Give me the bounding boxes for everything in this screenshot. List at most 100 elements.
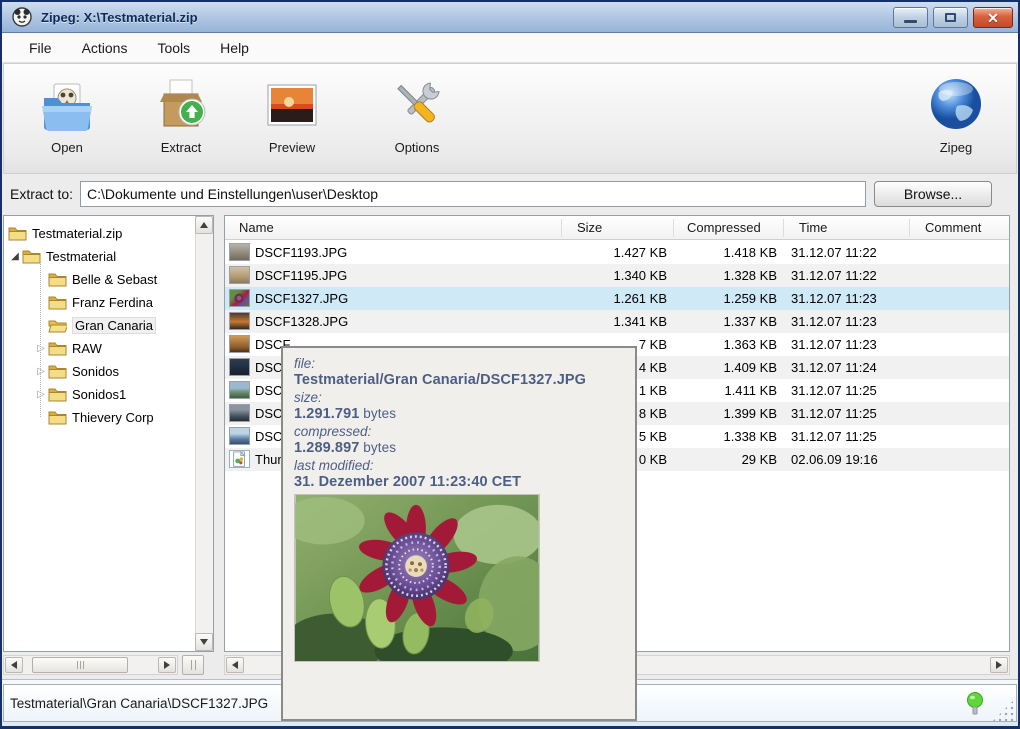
zipeg-window: Zipeg: X:\Testmaterial.zip ✕ File Actions… bbox=[0, 0, 1020, 729]
time-cell: 31.12.07 11:23 bbox=[791, 314, 877, 329]
panel-splitter-handle[interactable] bbox=[182, 655, 204, 675]
scroll-right-button[interactable] bbox=[158, 657, 176, 673]
passion-flower-photo bbox=[294, 494, 540, 662]
list-header: Name Size Compressed Time Comment bbox=[225, 216, 1009, 240]
tree-horizontal-scrollbar[interactable] bbox=[3, 655, 178, 675]
column-header-name[interactable]: Name bbox=[239, 216, 274, 240]
extract-icon bbox=[160, 79, 206, 127]
column-header-size[interactable]: Size bbox=[577, 216, 602, 240]
tooltip-modified-label: last modified: bbox=[294, 458, 374, 473]
preview-button[interactable]: Preview bbox=[248, 72, 336, 168]
browse-button[interactable]: Browse... bbox=[874, 181, 993, 207]
column-separator[interactable] bbox=[673, 219, 674, 237]
options-button[interactable]: Options bbox=[373, 72, 461, 168]
expanded-triangle-icon[interactable]: ◢ bbox=[8, 251, 22, 262]
tooltip-file-path: Testmaterial/Gran Canaria/DSCF1327.JPG bbox=[294, 372, 587, 388]
minimize-button[interactable] bbox=[893, 7, 928, 28]
minimize-icon bbox=[904, 19, 917, 23]
folder-icon bbox=[48, 364, 67, 379]
toolbar: Open Extract Preview Options Zipeg bbox=[3, 63, 1017, 174]
zipeg-brand-label: Zipeg bbox=[939, 140, 973, 155]
tree-item-label: Sonidos1 bbox=[72, 387, 127, 402]
compressed-cell: 1.399 KB bbox=[723, 406, 778, 421]
size-cell: 1.427 KB bbox=[613, 245, 668, 260]
column-separator[interactable] bbox=[561, 219, 562, 237]
tree-vertical-scrollbar[interactable] bbox=[195, 216, 213, 651]
maximize-button[interactable] bbox=[933, 7, 968, 28]
compressed-cell: 1.409 KB bbox=[723, 360, 778, 375]
window-title: Zipeg: X:\Testmaterial.zip bbox=[41, 9, 198, 25]
compressed-cell: 1.259 KB bbox=[723, 291, 778, 306]
tree-item-label: Gran Canaria bbox=[72, 317, 157, 334]
arrow-left-icon bbox=[232, 661, 238, 669]
file-row-dscf1328-jpg[interactable]: DSCF1328.JPG 1.341 KB 1.337 KB 31.12.07 11:… bbox=[225, 310, 1009, 333]
menu-item-actions[interactable]: Actions bbox=[71, 37, 139, 59]
maximize-icon bbox=[945, 13, 956, 22]
tree-item-franz-ferdina[interactable]: Franz Ferdina bbox=[4, 291, 195, 314]
arrow-right-icon bbox=[996, 661, 1002, 669]
extract-path-input[interactable] bbox=[80, 181, 867, 207]
file-name-cell: DSCF1327.JPG bbox=[255, 291, 349, 306]
file-thumbnail bbox=[229, 266, 250, 284]
scroll-left-button[interactable] bbox=[5, 657, 23, 673]
menu-item-file[interactable]: File bbox=[18, 37, 63, 59]
file-row-dscf1327-jpg[interactable]: DSCF1327.JPG 1.261 KB 1.259 KB 31.12.07 11:… bbox=[225, 287, 1009, 310]
close-icon: ✕ bbox=[987, 9, 999, 26]
tree-item-label: RAW bbox=[72, 341, 102, 356]
open-archive-icon bbox=[42, 83, 92, 131]
status-bulb-icon bbox=[967, 692, 983, 715]
menu-item-help[interactable]: Help bbox=[209, 37, 260, 59]
folder-icon bbox=[48, 410, 67, 425]
tree-item-raw[interactable]: ▷ RAW bbox=[4, 337, 195, 360]
open-folder-icon bbox=[48, 318, 69, 333]
file-thumbnail bbox=[229, 312, 250, 330]
scrollbar-thumb[interactable] bbox=[32, 657, 128, 673]
column-header-time[interactable]: Time bbox=[799, 216, 827, 240]
scroll-down-button[interactable] bbox=[195, 633, 213, 651]
thumbs-file-icon bbox=[229, 450, 250, 468]
file-row-dscf1195-jpg[interactable]: DSCF1195.JPG 1.340 KB 1.328 KB 31.12.07 11:… bbox=[225, 264, 1009, 287]
collapsed-triangle-icon[interactable]: ▷ bbox=[34, 366, 48, 377]
time-cell: 02.06.09 19:16 bbox=[791, 452, 878, 467]
scroll-right-button[interactable] bbox=[990, 657, 1008, 673]
comment-cell bbox=[925, 310, 1005, 333]
zipeg-brand-button[interactable]: Zipeg bbox=[912, 72, 1000, 168]
size-cell: 1.341 KB bbox=[613, 314, 668, 329]
collapsed-triangle-icon[interactable]: ▷ bbox=[34, 343, 48, 354]
extract-button-label: Extract bbox=[160, 140, 202, 155]
status-path-text: Testmaterial\Gran Canaria\DSCF1327.JPG bbox=[10, 695, 269, 711]
tree-guide-line bbox=[40, 262, 41, 417]
tree-item-sonidos1[interactable]: ▷ Sonidos1 bbox=[4, 383, 195, 406]
collapsed-triangle-icon[interactable]: ▷ bbox=[34, 389, 48, 400]
tooltip-compressed-label: compressed: bbox=[294, 424, 372, 439]
title-bar[interactable]: Zipeg: X:\Testmaterial.zip ✕ bbox=[2, 2, 1018, 33]
comment-cell bbox=[925, 448, 1005, 471]
column-separator[interactable] bbox=[783, 219, 784, 237]
extract-button[interactable]: Extract bbox=[137, 72, 225, 168]
time-cell: 31.12.07 11:23 bbox=[791, 337, 877, 352]
tree-item-gran-canaria[interactable]: Gran Canaria bbox=[4, 314, 195, 337]
comment-cell bbox=[925, 264, 1005, 287]
file-thumbnail bbox=[229, 335, 250, 353]
close-button[interactable]: ✕ bbox=[973, 7, 1013, 28]
zipeg-app-icon bbox=[12, 7, 32, 27]
tree-item-testmaterial-zip[interactable]: Testmaterial.zip bbox=[4, 222, 195, 245]
arrow-up-icon bbox=[200, 222, 208, 228]
file-row-dscf1193-jpg[interactable]: DSCF1193.JPG 1.427 KB 1.418 KB 31.12.07 11:… bbox=[225, 241, 1009, 264]
tree-item-belle-sebast[interactable]: Belle & Sebast bbox=[4, 268, 195, 291]
size-cell: 1.261 KB bbox=[613, 291, 668, 306]
file-name-cell: DSCF1195.JPG bbox=[255, 268, 348, 283]
menu-item-tools[interactable]: Tools bbox=[146, 37, 201, 59]
tree-item-thievery-corp[interactable]: Thievery Corp bbox=[4, 406, 195, 429]
tree-item-sonidos[interactable]: ▷ Sonidos bbox=[4, 360, 195, 383]
compressed-cell: 1.418 KB bbox=[723, 245, 778, 260]
open-button[interactable]: Open bbox=[23, 72, 111, 168]
arrow-right-icon bbox=[164, 661, 170, 669]
column-header-comment[interactable]: Comment bbox=[925, 216, 981, 240]
time-cell: 31.12.07 11:25 bbox=[791, 383, 877, 398]
column-separator[interactable] bbox=[909, 219, 910, 237]
scroll-up-button[interactable] bbox=[195, 216, 213, 234]
scroll-left-button[interactable] bbox=[226, 657, 244, 673]
tree-item-testmaterial[interactable]: ◢ Testmaterial bbox=[4, 245, 195, 268]
column-header-compressed[interactable]: Compressed bbox=[687, 216, 761, 240]
